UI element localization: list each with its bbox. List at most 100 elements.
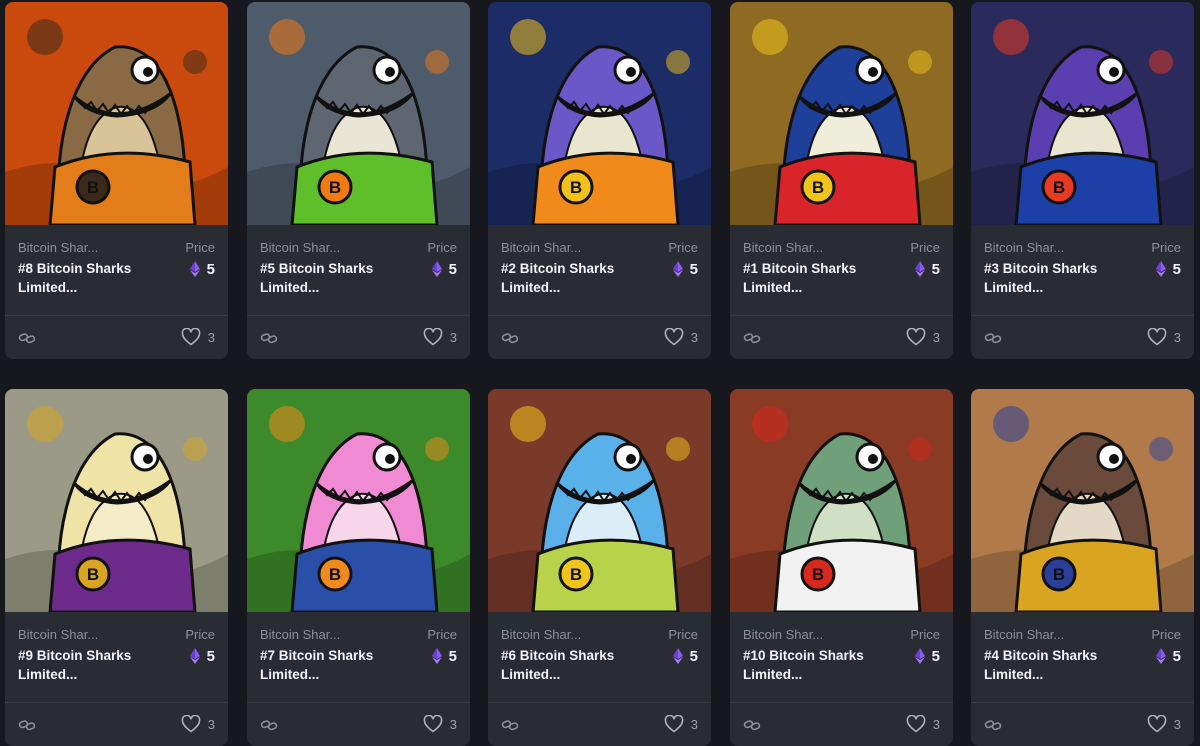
eth-icon <box>189 648 200 664</box>
nft-card[interactable]: B Bitcoin Shar... Price #2 Bitcoin Shark… <box>488 2 711 359</box>
nft-artwork-image[interactable]: B <box>730 2 953 225</box>
like-count: 3 <box>690 716 698 732</box>
collection-name[interactable]: Bitcoin Shar... <box>260 627 370 642</box>
price-amount: 5 <box>689 260 698 278</box>
link-icon[interactable] <box>743 716 761 734</box>
collection-name[interactable]: Bitcoin Shar... <box>501 627 611 642</box>
like-button[interactable]: 3 <box>906 328 940 346</box>
nft-card[interactable]: B Bitcoin Shar... Price #5 Bitcoin Shark… <box>247 2 470 359</box>
eth-icon <box>1155 261 1166 277</box>
price-label: Price <box>668 240 698 255</box>
like-button[interactable]: 3 <box>181 328 215 346</box>
nft-card[interactable]: B Bitcoin Shar... Price #7 Bitcoin Shark… <box>247 389 470 746</box>
collection-name[interactable]: Bitcoin Shar... <box>743 627 853 642</box>
eth-icon <box>914 648 925 664</box>
nft-title[interactable]: #2 Bitcoin Sharks Limited... <box>501 259 651 297</box>
like-button[interactable]: 3 <box>181 715 215 733</box>
nft-title[interactable]: #7 Bitcoin Sharks Limited... <box>260 646 410 684</box>
card-info: Bitcoin Shar... Price #1 Bitcoin Sharks … <box>730 225 953 315</box>
nft-title[interactable]: #9 Bitcoin Sharks Limited... <box>18 646 168 684</box>
shark-illustration: B <box>488 2 711 225</box>
like-button[interactable]: 3 <box>1147 328 1181 346</box>
card-footer: 3 <box>730 316 953 359</box>
nft-card[interactable]: B Bitcoin Shar... Price #6 Bitcoin Shark… <box>488 389 711 746</box>
shark-illustration: B <box>5 389 228 612</box>
link-icon[interactable] <box>743 329 761 347</box>
nft-card[interactable]: B Bitcoin Shar... Price #9 Bitcoin Shark… <box>5 389 228 746</box>
card-info: Bitcoin Shar... Price #8 Bitcoin Sharks … <box>5 225 228 315</box>
price-value: 5 <box>914 259 940 279</box>
like-count: 3 <box>1173 716 1181 732</box>
link-icon[interactable] <box>260 329 278 347</box>
heart-icon <box>181 715 201 733</box>
nft-title[interactable]: #3 Bitcoin Sharks Limited... <box>984 259 1134 297</box>
price-label: Price <box>910 240 940 255</box>
like-button[interactable]: 3 <box>664 715 698 733</box>
like-button[interactable]: 3 <box>906 715 940 733</box>
nft-card[interactable]: B Bitcoin Shar... Price #4 Bitcoin Shark… <box>971 389 1194 746</box>
nft-card[interactable]: B Bitcoin Shar... Price #3 Bitcoin Shark… <box>971 2 1194 359</box>
nft-title[interactable]: #6 Bitcoin Sharks Limited... <box>501 646 651 684</box>
price-label: Price <box>185 240 215 255</box>
nft-card[interactable]: B Bitcoin Shar... Price #10 Bitcoin Shar… <box>730 389 953 746</box>
card-footer: 3 <box>971 703 1194 746</box>
nft-title[interactable]: #8 Bitcoin Sharks Limited... <box>18 259 168 297</box>
like-count: 3 <box>449 329 457 345</box>
collection-name[interactable]: Bitcoin Shar... <box>260 240 370 255</box>
collection-name[interactable]: Bitcoin Shar... <box>18 240 128 255</box>
like-button[interactable]: 3 <box>423 328 457 346</box>
link-icon[interactable] <box>984 716 1002 734</box>
like-count: 3 <box>932 329 940 345</box>
collection-name[interactable]: Bitcoin Shar... <box>984 240 1094 255</box>
nft-artwork-image[interactable]: B <box>247 389 470 612</box>
nft-title[interactable]: #4 Bitcoin Sharks Limited... <box>984 646 1134 684</box>
like-button[interactable]: 3 <box>1147 715 1181 733</box>
link-icon[interactable] <box>984 329 1002 347</box>
nft-title[interactable]: #10 Bitcoin Sharks Limited... <box>743 646 893 684</box>
shark-illustration: B <box>488 389 711 612</box>
nft-artwork-image[interactable]: B <box>5 389 228 612</box>
like-button[interactable]: 3 <box>664 328 698 346</box>
eth-icon <box>672 261 683 277</box>
card-info: Bitcoin Shar... Price #7 Bitcoin Sharks … <box>247 612 470 702</box>
link-icon[interactable] <box>501 329 519 347</box>
nft-artwork-image[interactable]: B <box>488 2 711 225</box>
link-icon[interactable] <box>18 329 36 347</box>
nft-artwork-image[interactable]: B <box>247 2 470 225</box>
link-icon[interactable] <box>501 716 519 734</box>
price-value: 5 <box>1155 646 1181 666</box>
card-footer: 3 <box>5 316 228 359</box>
heart-icon <box>423 328 443 346</box>
card-info: Bitcoin Shar... Price #3 Bitcoin Sharks … <box>971 225 1194 315</box>
nft-card[interactable]: B Bitcoin Shar... Price #1 Bitcoin Shark… <box>730 2 953 359</box>
svg-text:B: B <box>570 565 582 584</box>
price-amount: 5 <box>206 647 215 665</box>
nft-title[interactable]: #1 Bitcoin Sharks Limited... <box>743 259 893 297</box>
collection-name[interactable]: Bitcoin Shar... <box>18 627 128 642</box>
svg-text:B: B <box>329 565 341 584</box>
nft-artwork-image[interactable]: B <box>730 389 953 612</box>
eth-icon <box>431 648 442 664</box>
collection-name[interactable]: Bitcoin Shar... <box>743 240 853 255</box>
svg-text:B: B <box>87 565 99 584</box>
svg-text:B: B <box>329 178 341 197</box>
nft-card-grid: B Bitcoin Shar... Price #8 Bitcoin Shark… <box>0 0 1200 746</box>
price-value: 5 <box>914 646 940 666</box>
like-button[interactable]: 3 <box>423 715 457 733</box>
link-icon[interactable] <box>260 716 278 734</box>
link-icon[interactable] <box>18 716 36 734</box>
nft-artwork-image[interactable]: B <box>971 2 1194 225</box>
price-value: 5 <box>1155 259 1181 279</box>
collection-name[interactable]: Bitcoin Shar... <box>501 240 611 255</box>
price-value: 5 <box>189 259 215 279</box>
nft-artwork-image[interactable]: B <box>488 389 711 612</box>
nft-title[interactable]: #5 Bitcoin Sharks Limited... <box>260 259 410 297</box>
heart-icon <box>181 328 201 346</box>
nft-artwork-image[interactable]: B <box>5 2 228 225</box>
eth-icon <box>672 648 683 664</box>
price-value: 5 <box>431 646 457 666</box>
nft-artwork-image[interactable]: B <box>971 389 1194 612</box>
nft-card[interactable]: B Bitcoin Shar... Price #8 Bitcoin Shark… <box>5 2 228 359</box>
heart-icon <box>906 715 926 733</box>
collection-name[interactable]: Bitcoin Shar... <box>984 627 1094 642</box>
